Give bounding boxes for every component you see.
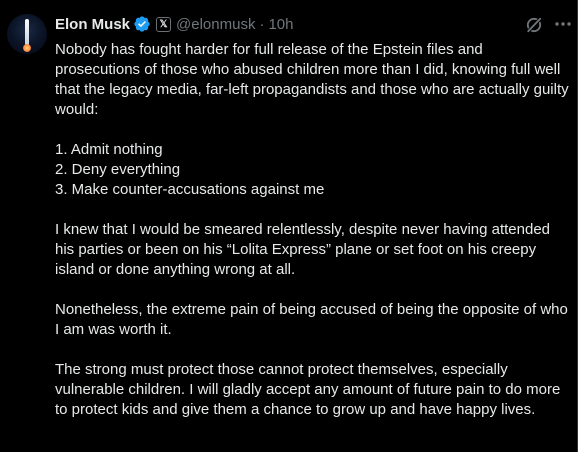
separator-dot: ·	[259, 15, 265, 33]
paragraph: The strong must protect those cannot pro…	[55, 361, 561, 418]
more-icon[interactable]	[553, 14, 573, 34]
list-item: 2. Deny everything	[55, 161, 181, 178]
paragraph: Nobody has fought harder for full releas…	[55, 41, 569, 118]
paragraph: I knew that I would be smeared relentles…	[55, 221, 551, 278]
rocket-flame	[23, 44, 31, 52]
timestamp[interactable]: 10h	[268, 16, 293, 33]
grok-icon[interactable]	[525, 16, 543, 34]
avatar[interactable]	[7, 14, 47, 54]
paragraph: Nonetheless, the extreme pain of being a…	[55, 301, 568, 338]
list-item: 1. Admit nothing	[55, 141, 163, 158]
verified-badge-icon[interactable]	[133, 15, 151, 33]
tweet-text: Nobody has fought harder for full releas…	[55, 40, 570, 420]
rocket-image	[25, 19, 29, 45]
list-item: 3. Make counter-accusations against me	[55, 181, 325, 198]
author-name[interactable]: Elon Musk	[55, 16, 130, 33]
tweet-header: Elon Musk 𝕏 @elonmusk · 10h	[55, 14, 293, 34]
x-affiliate-badge-icon[interactable]: 𝕏	[156, 16, 172, 32]
tweet[interactable]: Elon Musk 𝕏 @elonmusk · 10h Nobody has f…	[0, 0, 578, 452]
author-handle[interactable]: @elonmusk	[176, 16, 255, 33]
